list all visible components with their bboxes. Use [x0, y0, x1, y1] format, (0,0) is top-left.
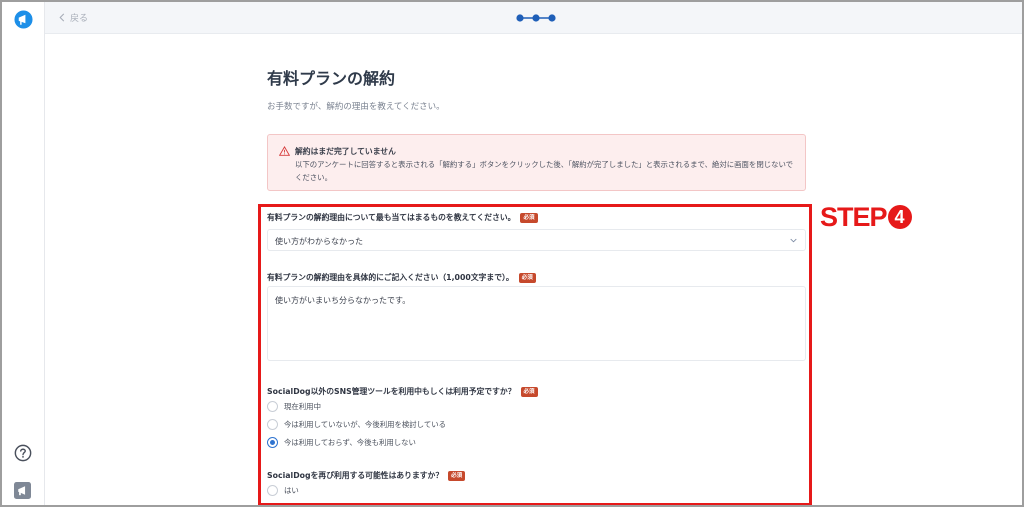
chevron-down-icon	[790, 238, 797, 243]
radio-option-label: 現在利用中	[284, 402, 321, 411]
help-icon[interactable]	[14, 444, 32, 462]
radio-button[interactable]	[267, 419, 278, 430]
reason-detail-value: 使い方がいまいち分らなかったです。	[275, 296, 411, 305]
required-badge: 必須	[448, 470, 466, 481]
question-3-text: SocialDog以外のSNS管理ツールを利用中もしくは利用予定ですか？	[267, 387, 516, 396]
question-3-label: SocialDog以外のSNS管理ツールを利用中もしくは利用予定ですか？ 必須	[267, 386, 538, 397]
step-annotation: STEP 4	[820, 202, 912, 233]
warning-icon	[279, 146, 290, 156]
radio-button[interactable]	[267, 485, 278, 496]
radio-option-3[interactable]: 今は利用しておらず、今後も利用しない	[267, 437, 416, 448]
warning-alert: 解約はまだ完了していません 以下のアンケートに回答すると表示される「解約する」ボ…	[267, 134, 806, 191]
radio-option-yes[interactable]: はい	[267, 485, 299, 496]
top-bar: 戻る	[45, 2, 1022, 34]
chevron-left-icon	[59, 13, 65, 22]
back-link[interactable]: 戻る	[59, 11, 88, 24]
question-1-label: 有料プランの解約理由について最も当てはまるものを教えてください。 必須	[267, 212, 538, 223]
app-frame: 戻る 有料プランの解約 お手数ですが、解約の理由を教えてください。 解約はまだ完…	[0, 0, 1024, 507]
required-badge: 必須	[520, 212, 538, 223]
radio-option-label: 今は利用していないが、今後利用を検討している	[284, 420, 447, 429]
question-4-label: SocialDogを再び利用する可能性はありますか？ 必須	[267, 470, 466, 481]
radio-option-label: 今は利用しておらず、今後も利用しない	[284, 438, 416, 447]
megaphone-icon[interactable]	[14, 482, 31, 499]
alert-body: 以下のアンケートに回答すると表示される「解約する」ボタンをクリックした後、「解約…	[295, 160, 794, 182]
left-sidebar	[2, 2, 45, 505]
radio-button[interactable]	[267, 401, 278, 412]
page-subtitle: お手数ですが、解約の理由を教えてください。	[267, 102, 445, 112]
question-2-label: 有料プランの解約理由を具体的にご記入ください（1,000文字まで）。 必須	[267, 272, 536, 283]
radio-button-selected[interactable]	[267, 437, 278, 448]
alert-title: 解約はまだ完了していません	[295, 147, 396, 156]
page-title: 有料プランの解約	[267, 69, 396, 88]
step-progress-icon	[516, 14, 556, 22]
required-badge: 必須	[518, 272, 536, 283]
question-2-text: 有料プランの解約理由を具体的にご記入ください（1,000文字まで）。	[267, 273, 514, 282]
step-number-badge: 4	[887, 205, 912, 229]
reason-detail-textarea[interactable]: 使い方がいまいち分らなかったです。	[267, 286, 806, 361]
socialdog-logo-icon[interactable]	[14, 10, 33, 29]
radio-option-1[interactable]: 現在利用中	[267, 401, 321, 412]
question-1-text: 有料プランの解約理由について最も当てはまるものを教えてください。	[267, 213, 516, 222]
reason-select[interactable]: 使い方がわからなかった	[267, 229, 806, 251]
question-4-text: SocialDogを再び利用する可能性はありますか？	[267, 471, 444, 480]
radio-option-2[interactable]: 今は利用していないが、今後利用を検討している	[267, 419, 446, 430]
required-badge: 必須	[520, 386, 538, 397]
step-text: STEP	[820, 202, 888, 232]
radio-option-label: はい	[284, 486, 299, 495]
back-label: 戻る	[70, 14, 89, 24]
reason-select-value: 使い方がわからなかった	[275, 237, 363, 246]
